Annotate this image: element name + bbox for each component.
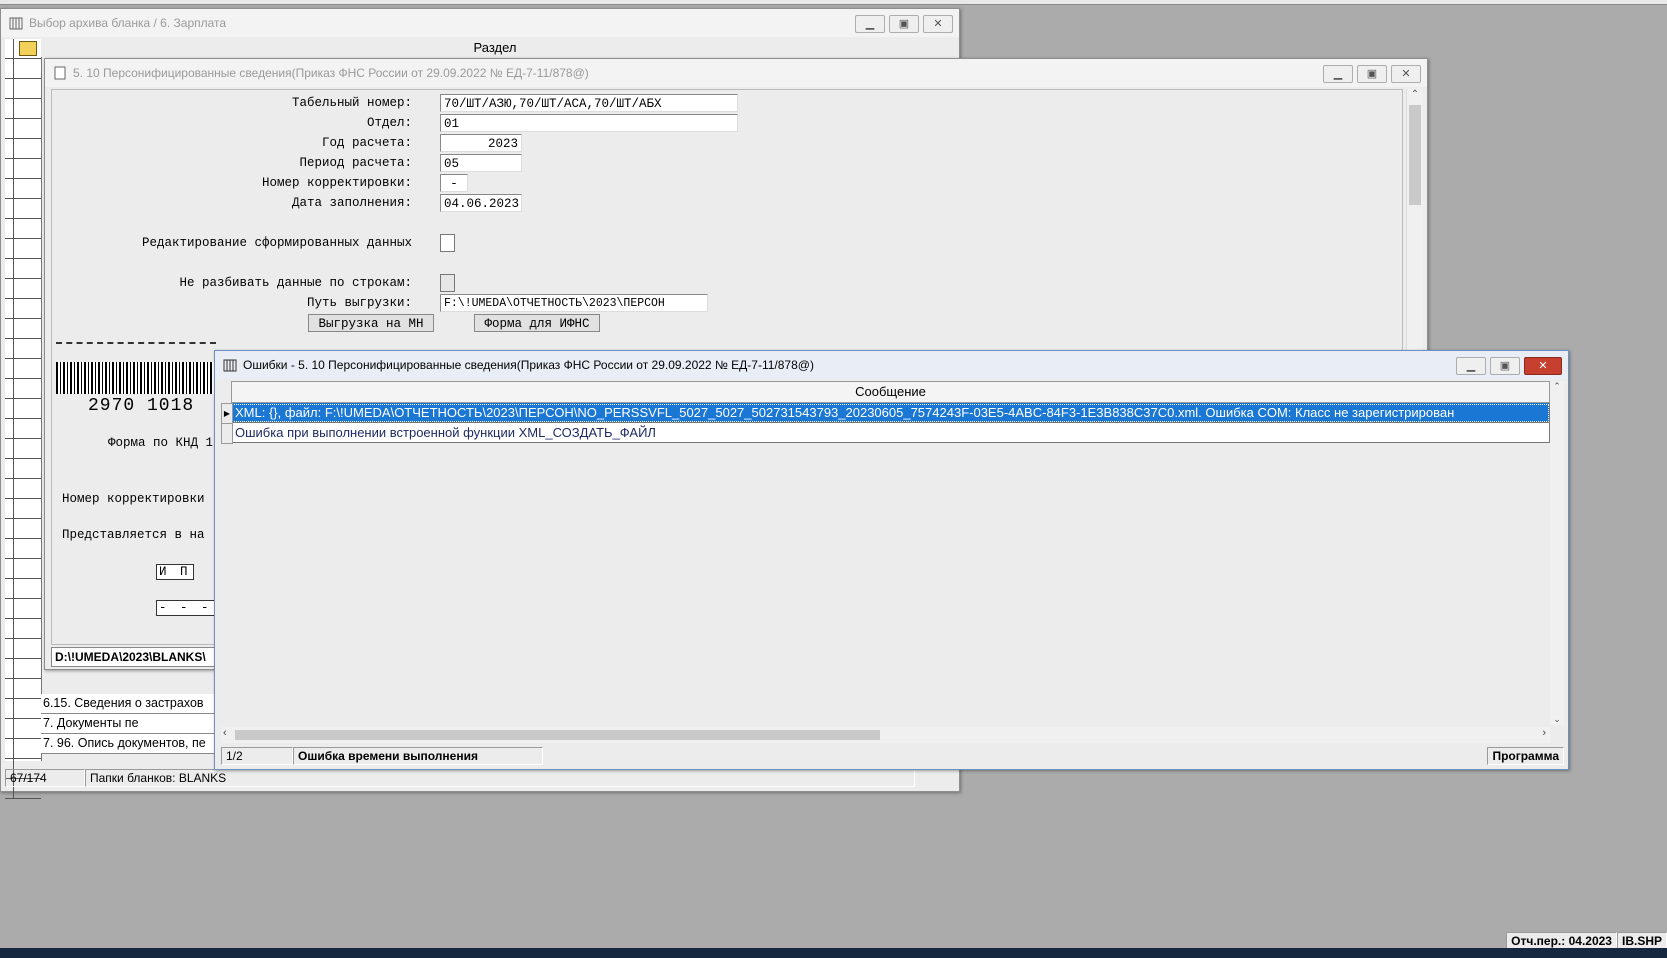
archive-folder: Папки бланков: BLANKS [85, 769, 915, 787]
scroll-up-icon[interactable]: ⌃ [1550, 381, 1564, 392]
archive-counter: 67/174 [5, 769, 85, 787]
maximize-button[interactable]: ▣ [1490, 357, 1520, 375]
no-split-label: Не разбивать данные по строкам: [179, 276, 412, 290]
barcode-number: 2970 1018 [88, 396, 195, 416]
export-path-input[interactable]: F:\!UMEDA\ОТЧЕТНОСТЬ\2023\ПЕРСОН [440, 294, 708, 312]
department-input[interactable]: 01 [440, 114, 738, 132]
errors-horizontal-scrollbar[interactable]: ‹ › [221, 727, 1550, 743]
errors-titlebar[interactable]: Ошибки - 5. 10 Персонифицированные сведе… [215, 351, 1568, 379]
year-label: Год расчета: [321, 136, 412, 150]
form-title: 5. 10 Персонифицированные сведения(Прика… [73, 66, 589, 80]
tab-number-input[interactable]: 70/ШТ/АЗЮ,70/ШТ/АСА,70/ШТ/АБХ [440, 94, 738, 112]
correction-input[interactable]: - [440, 174, 468, 192]
taskbar[interactable] [0, 948, 1667, 958]
scroll-thumb[interactable] [235, 730, 880, 740]
column-header-message[interactable]: Сообщение [231, 381, 1550, 403]
fill-date-label: Дата заполнения: [291, 196, 412, 210]
fill-date-input[interactable]: 04.06.2023 [440, 194, 522, 212]
minimize-button[interactable]: ▁ [1323, 65, 1353, 83]
knd-text: Форма по КНД 1 [108, 436, 214, 450]
archive-titlebar[interactable]: Выбор архива бланка / 6. Зарплата ▁ ▣ ✕ [1, 9, 959, 37]
scroll-down-icon[interactable]: ⌄ [1550, 714, 1564, 725]
scroll-right-icon[interactable]: › [1542, 727, 1546, 739]
minimize-button[interactable]: ▁ [855, 15, 885, 33]
tab-number-label: Табельный номер: [291, 96, 412, 110]
errors-source: Программа [1487, 747, 1564, 765]
archive-title: Выбор архива бланка / 6. Зарплата [29, 16, 227, 30]
errors-title: Ошибки - 5. 10 Персонифицированные сведе… [243, 358, 814, 372]
submitted-text: Представляется в на [62, 528, 205, 542]
current-row-indicator-icon: ▶ [221, 403, 233, 424]
correction-text: Номер корректировки [62, 492, 205, 506]
errors-table: Сообщение ▶ XML: {}, файл: F:\!UMEDA\ОТЧ… [221, 381, 1550, 725]
archive-statusbar: 67/174 Папки бланков: BLANKS [5, 769, 955, 787]
errors-statusbar: 1/2 Ошибка времени выполнения Программа [221, 747, 1564, 765]
edit-generated-label: Редактирование сформированных данных [141, 236, 412, 250]
preview-divider [56, 342, 216, 344]
export-mn-button[interactable]: Выгрузка на МН [308, 314, 434, 332]
errors-vertical-scrollbar[interactable]: ⌃ ⌄ [1550, 381, 1564, 725]
close-button[interactable]: ✕ [1524, 357, 1562, 375]
errors-window-icon [223, 358, 237, 372]
form-titlebar[interactable]: 5. 10 Персонифицированные сведения(Прика… [45, 59, 1427, 87]
archive-window-icon [9, 16, 23, 30]
form-ifns-button[interactable]: Форма для ИФНС [474, 314, 600, 332]
minimize-button[interactable]: ▁ [1456, 357, 1486, 375]
folder-up-icon[interactable] [19, 41, 37, 56]
year-input[interactable]: 2023 [440, 134, 522, 152]
section-header[interactable]: Раздел [41, 39, 949, 57]
correction-label: Номер корректировки: [261, 176, 412, 190]
maximize-button[interactable]: ▣ [1357, 65, 1387, 83]
period-input[interactable]: 05 [440, 154, 522, 172]
document-icon [53, 66, 67, 80]
period-label: Период расчета: [299, 156, 412, 170]
errors-status-message: Ошибка времени выполнения [293, 747, 543, 765]
no-split-checkbox[interactable] [440, 274, 455, 292]
errors-window: Ошибки - 5. 10 Персонифицированные сведе… [214, 350, 1569, 770]
scroll-left-icon[interactable]: ‹ [223, 727, 227, 739]
table-row[interactable]: Ошибка при выполнении встроенной функции… [231, 423, 1550, 443]
scroll-thumb[interactable] [1409, 105, 1421, 205]
table-row[interactable]: XML: {}, файл: F:\!UMEDA\ОТЧЕТНОСТЬ\2023… [231, 403, 1550, 423]
barcode [56, 362, 216, 394]
edit-generated-checkbox[interactable] [440, 234, 455, 252]
row-selector-column[interactable] [5, 39, 42, 799]
close-button[interactable]: ✕ [923, 15, 953, 33]
close-button[interactable]: ✕ [1391, 65, 1421, 83]
row-marker [221, 423, 233, 444]
department-label: Отдел: [366, 116, 412, 130]
errors-counter: 1/2 [221, 747, 293, 765]
scroll-up-icon[interactable]: ⌃ [1407, 89, 1423, 100]
top-border [0, 0, 1667, 5]
main-statusbar: Отч.пер.: 04.2023 IB.SHP [1506, 932, 1667, 950]
export-path-label: Путь выгрузки: [306, 296, 412, 310]
ip-cells: И П [156, 564, 194, 580]
maximize-button[interactable]: ▣ [889, 15, 919, 33]
